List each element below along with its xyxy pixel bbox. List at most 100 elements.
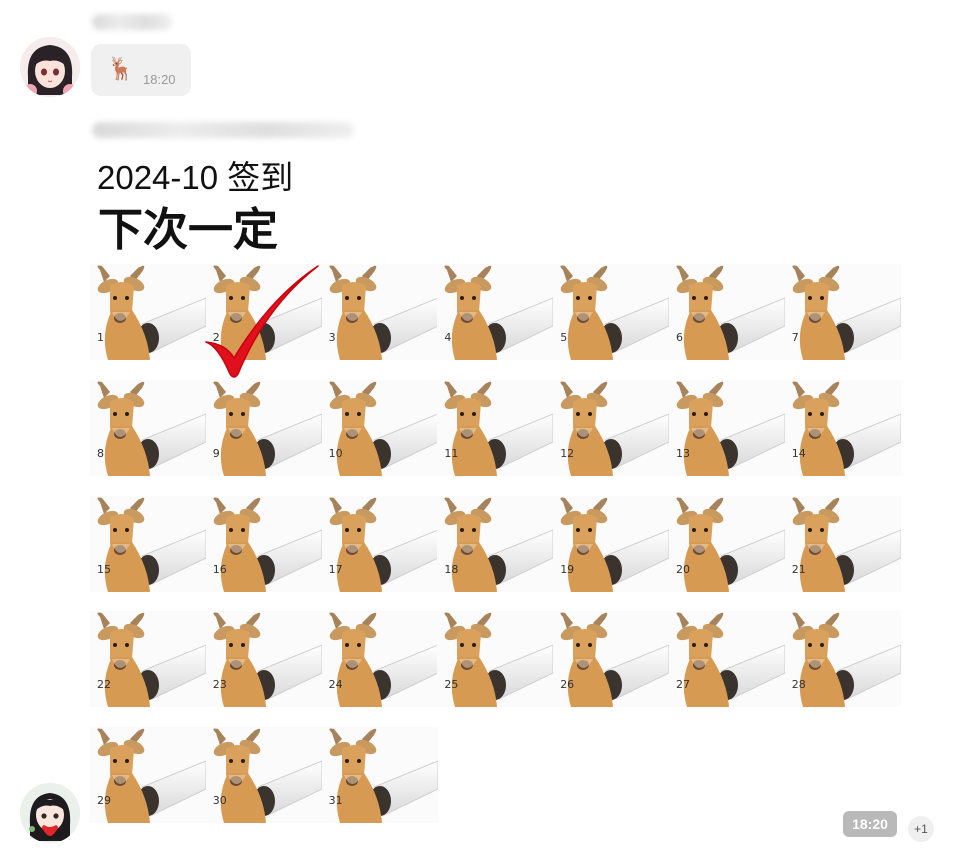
day-number: 27	[676, 678, 690, 692]
calendar-day-cell: 6	[669, 264, 785, 360]
day-number: 10	[328, 446, 343, 460]
calendar-day-cell: 19	[553, 495, 670, 592]
calendar-day-cell: 20	[669, 495, 785, 592]
calendar-day-cell: 5	[553, 264, 670, 360]
day-number: 18	[444, 562, 459, 576]
deer-image	[553, 611, 670, 708]
calendar-day-cell: 15	[90, 495, 206, 592]
deer-image	[90, 379, 206, 476]
deer-emoji: 🦌	[107, 56, 135, 81]
avatar[interactable]	[20, 37, 80, 97]
deer-image	[553, 495, 670, 592]
deer-image	[437, 611, 554, 708]
deer-image	[669, 495, 785, 592]
day-number: 28	[791, 678, 806, 692]
deer-image	[90, 611, 206, 708]
day-number: 14	[791, 446, 806, 460]
day-number: 26	[560, 678, 575, 692]
day-number: 13	[676, 446, 690, 460]
day-number: 12	[560, 446, 575, 460]
calendar-day-cell: 11	[437, 379, 554, 476]
day-number: 25	[444, 678, 459, 692]
day-number: 9	[212, 446, 220, 460]
day-number: 11	[444, 446, 459, 460]
day-number: 31	[328, 794, 343, 808]
deer-image	[669, 611, 785, 708]
day-number: 15	[97, 562, 111, 576]
deer-image	[553, 379, 670, 476]
day-number: 4	[444, 331, 452, 344]
deer-image	[784, 495, 901, 592]
calendar-day-cell: 31	[321, 727, 438, 824]
deer-image	[90, 495, 206, 592]
calendar-day-cell: 29	[90, 727, 206, 824]
sender-name-blurred	[92, 122, 354, 138]
day-number: 30	[212, 794, 227, 808]
deer-image	[784, 379, 901, 476]
calendar-day-cell: 21	[784, 495, 901, 592]
calendar-day-cell: 16	[205, 495, 322, 592]
calendar-day-cell: 27	[669, 611, 785, 708]
deer-image	[553, 264, 670, 360]
deer-image	[205, 495, 322, 592]
calendar-day-cell: 9	[205, 379, 322, 476]
message-time: 18:20	[143, 72, 176, 87]
image-title: 2024-10 签到	[97, 159, 294, 196]
deer-image	[321, 495, 438, 592]
deer-image	[90, 264, 206, 360]
day-number: 21	[791, 562, 806, 576]
day-number: 22	[97, 678, 111, 692]
calendar-day-cell: 3	[321, 264, 438, 360]
checkmark-icon	[205, 265, 319, 378]
deer-image	[437, 495, 554, 592]
day-number: 6	[676, 331, 683, 344]
message-bubble[interactable]: 🦌 18:20	[91, 44, 191, 96]
deer-image	[669, 264, 785, 360]
day-number: 19	[560, 562, 575, 576]
day-number: 1	[97, 331, 104, 344]
calendar-day-cell: 13	[669, 379, 785, 476]
plus-one-reaction-button[interactable]: +1	[908, 816, 934, 842]
day-number: 20	[676, 562, 690, 576]
calendar-day-cell: 12	[553, 379, 670, 476]
calendar-day-cell: 4	[437, 264, 554, 360]
deer-image	[437, 379, 554, 476]
day-number: 17	[328, 562, 343, 576]
calendar-day-cell: 1	[90, 264, 206, 360]
deer-image	[321, 611, 438, 708]
calendar-day-cell: 24	[321, 611, 438, 708]
calendar-day-cell: 28	[784, 611, 901, 708]
avatar-image	[20, 783, 80, 843]
day-number: 16	[212, 562, 227, 576]
day-number: 8	[97, 446, 104, 460]
deer-image	[205, 727, 322, 824]
deer-image	[437, 264, 554, 360]
day-number: 29	[97, 794, 111, 808]
calendar-day-cell: 26	[553, 611, 670, 708]
calendar-day-cell: 8	[90, 379, 206, 476]
calendar-day-cell: 14	[784, 379, 901, 476]
deer-image	[321, 379, 438, 476]
avatar[interactable]	[20, 783, 80, 843]
day-number: 23	[212, 678, 227, 692]
deer-image	[784, 264, 901, 360]
deer-image	[90, 727, 206, 824]
deer-image	[205, 379, 322, 476]
calendar-day-cell: 30	[205, 727, 322, 824]
day-number: 24	[328, 678, 343, 692]
sender-name-blurred	[92, 14, 172, 30]
calendar-day-cell: 7	[784, 264, 901, 360]
day-number: 3	[328, 331, 336, 344]
calendar-day-cell: 10	[321, 379, 438, 476]
day-number: 5	[560, 331, 568, 344]
avatar-image	[20, 37, 80, 97]
calendar-day-cell: 22	[90, 611, 206, 708]
deer-image	[205, 611, 322, 708]
calendar-day-cell: 25	[437, 611, 554, 708]
deer-image	[321, 264, 438, 360]
deer-image	[321, 727, 438, 824]
deer-image	[669, 379, 785, 476]
message-time: 18:20	[843, 811, 897, 837]
image-subtitle: 下次一定	[98, 204, 279, 255]
deer-image	[784, 611, 901, 708]
